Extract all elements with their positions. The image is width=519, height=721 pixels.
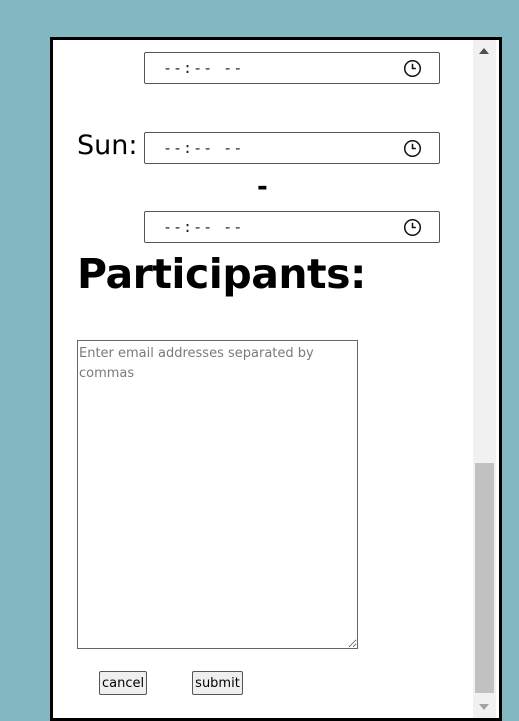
dialog-content: --:-- -- Sun: --:-- -- - --:-- -- Partic… xyxy=(53,40,473,718)
clock-icon[interactable] xyxy=(403,218,422,237)
scroll-down-arrow-icon[interactable] xyxy=(479,704,489,710)
clock-icon[interactable] xyxy=(403,139,422,158)
time-value: --:-- -- xyxy=(163,139,244,157)
sunday-start-time-input[interactable]: --:-- -- xyxy=(144,132,440,164)
participants-input[interactable] xyxy=(77,340,358,649)
sunday-end-time-input[interactable]: --:-- -- xyxy=(144,211,440,243)
time-value: --:-- -- xyxy=(163,218,244,236)
saturday-end-time-input[interactable]: --:-- -- xyxy=(144,52,440,84)
vertical-scrollbar[interactable] xyxy=(473,40,496,718)
scrollbar-thumb[interactable] xyxy=(475,463,494,693)
sun-label: Sun: xyxy=(77,130,138,161)
time-range-separator: - xyxy=(257,172,268,202)
event-dialog: --:-- -- Sun: --:-- -- - --:-- -- Partic… xyxy=(50,37,502,721)
participants-title: Participants: xyxy=(77,250,366,298)
time-value: --:-- -- xyxy=(163,59,244,77)
cancel-button[interactable]: cancel xyxy=(99,671,147,695)
scroll-up-arrow-icon[interactable] xyxy=(479,48,489,54)
clock-icon[interactable] xyxy=(403,59,422,78)
submit-button[interactable]: submit xyxy=(192,671,243,695)
